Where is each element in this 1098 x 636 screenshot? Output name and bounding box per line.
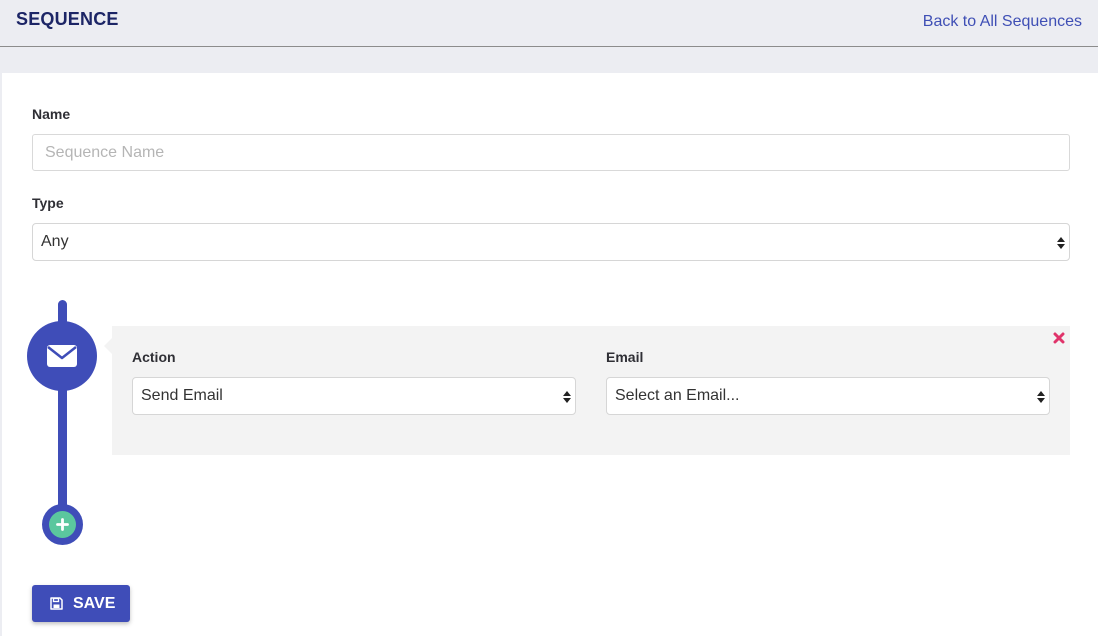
select-arrows-icon	[1037, 389, 1045, 405]
remove-step-icon[interactable]	[1053, 331, 1065, 345]
type-label: Type	[32, 195, 64, 211]
page-title: SEQUENCE	[16, 9, 119, 29]
email-label: Email	[606, 349, 644, 365]
type-select-value: Any	[41, 233, 69, 250]
save-button-label: SAVE	[73, 594, 116, 612]
select-arrows-icon	[563, 389, 571, 405]
type-select[interactable]: Any	[32, 223, 1070, 261]
add-step-button[interactable]	[42, 504, 83, 545]
action-select-value: Send Email	[141, 387, 223, 404]
envelope-icon	[47, 345, 77, 367]
select-arrows-icon	[1057, 235, 1065, 251]
email-select-value: Select an Email...	[615, 387, 740, 404]
step-icon-circle	[27, 321, 97, 391]
email-select[interactable]: Select an Email...	[606, 377, 1050, 415]
back-to-sequences-link[interactable]: Back to All Sequences	[923, 13, 1082, 31]
sequence-name-input[interactable]	[32, 134, 1070, 171]
plus-icon	[49, 511, 76, 538]
floppy-disk-icon	[50, 597, 63, 610]
name-label: Name	[32, 106, 71, 122]
action-label: Action	[132, 349, 176, 365]
save-button[interactable]: SAVE	[32, 585, 130, 622]
header-bar: SEQUENCE Back to All Sequences	[0, 0, 1098, 47]
panel-notch	[104, 338, 112, 354]
action-select[interactable]: Send Email	[132, 377, 576, 415]
